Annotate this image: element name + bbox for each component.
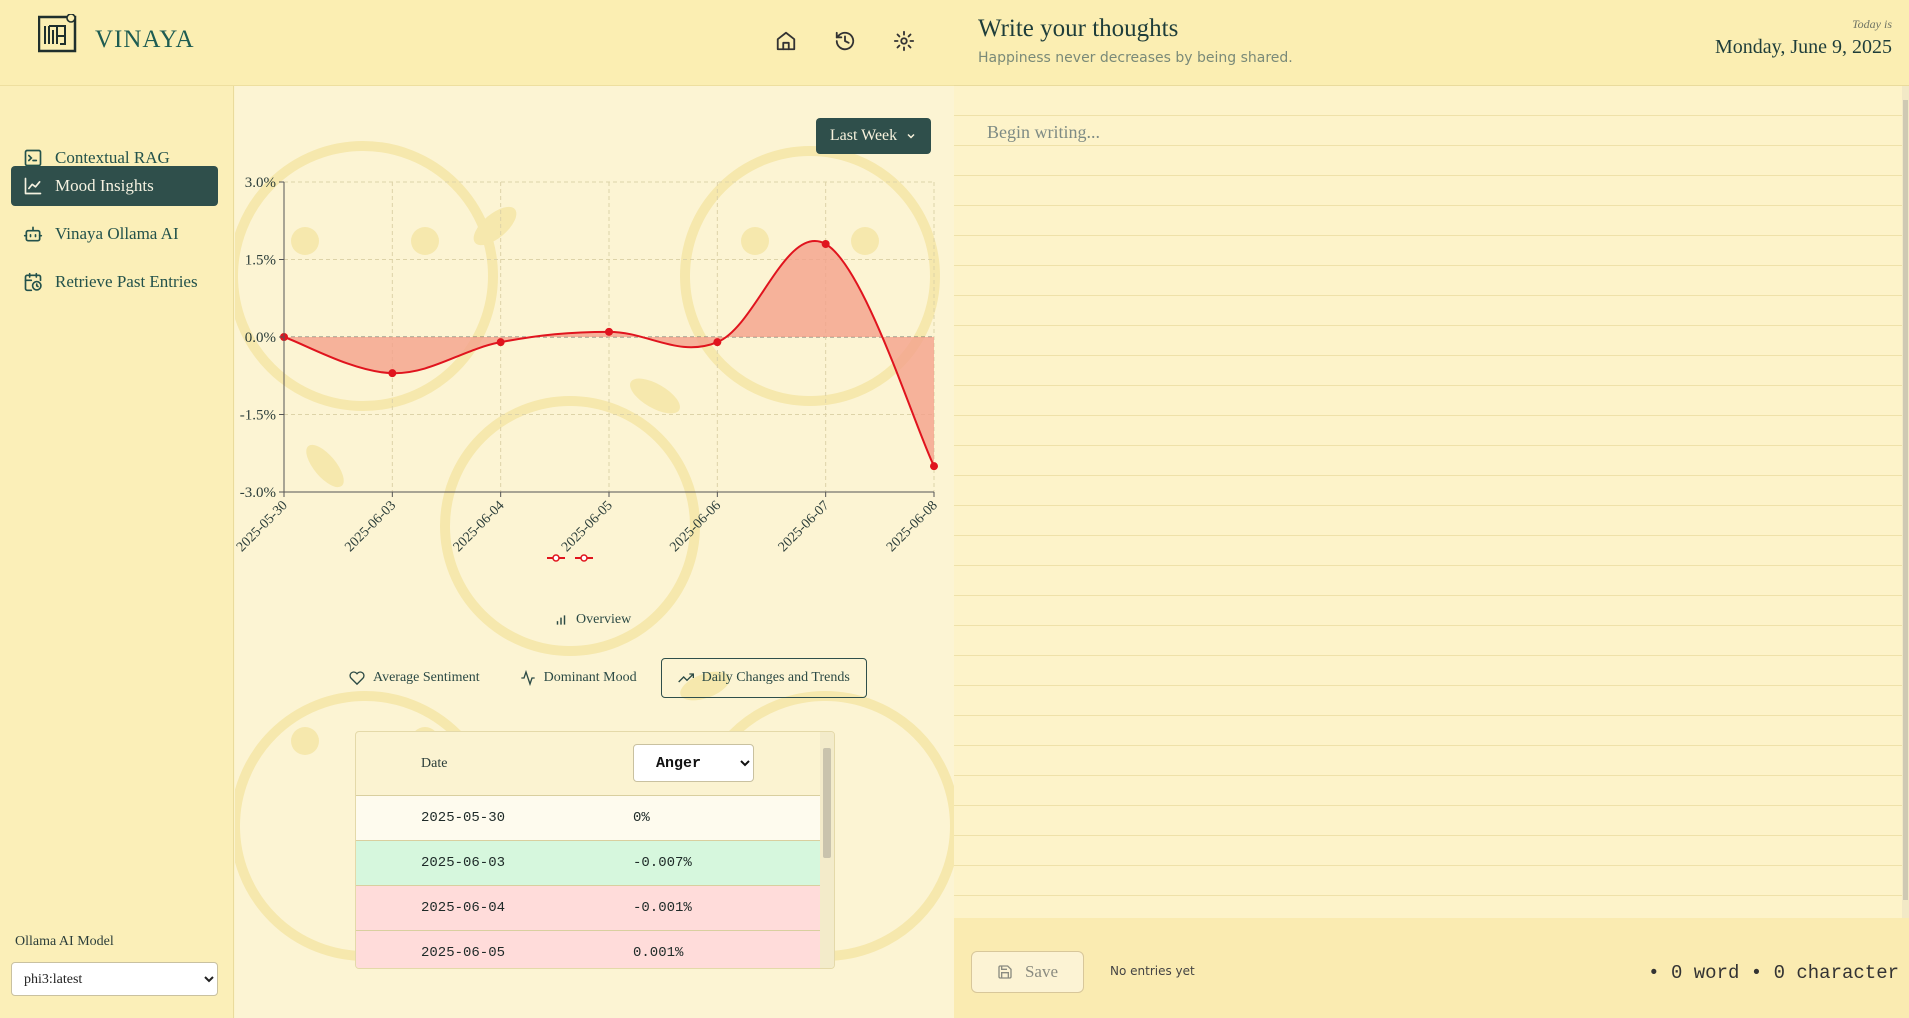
editor-placeholder: Begin writing... (987, 122, 1100, 142)
row-value: 0.001% (633, 945, 684, 961)
bar-chart-icon (556, 615, 566, 625)
sidebar-item-retrieve-past-entries[interactable]: Retrieve Past Entries (11, 262, 218, 302)
table-row: 2025-06-04 -0.001% (356, 886, 821, 931)
table-row: 2025-06-05 0.001% (356, 931, 821, 968)
data-point[interactable] (388, 369, 397, 378)
tab-label: Dominant Mood (543, 670, 637, 685)
settings-icon[interactable] (893, 30, 915, 52)
table-header: Date Anger (356, 732, 821, 796)
data-point[interactable] (496, 338, 505, 347)
home-icon[interactable] (775, 30, 797, 52)
x-tick-label: 2025-06-07 (776, 498, 833, 555)
date-column-header: Date (421, 756, 448, 771)
table-row: 2025-06-03 -0.007% (356, 841, 821, 886)
journal-title: Write your thoughts (978, 15, 1179, 42)
sidebar-item-label: Vinaya Ollama AI (55, 224, 179, 243)
bot-icon (23, 226, 43, 242)
row-date: 2025-06-05 (421, 945, 506, 961)
model-select[interactable]: phi3:latest (11, 962, 218, 996)
data-point[interactable] (930, 462, 938, 471)
y-tick-label: -3.0% (240, 485, 276, 501)
sidebar: Contextual RAG Mood Insights Vinaya Olla… (0, 86, 234, 1018)
sidebar-item-label: Retrieve Past Entries (55, 272, 198, 291)
tab-label: Average Sentiment (373, 670, 480, 685)
y-tick-label: 3.0% (245, 175, 276, 191)
x-tick-label: 2025-06-03 (342, 498, 399, 555)
tab-dominant-mood[interactable]: Dominant Mood (504, 658, 653, 698)
tab-label: Daily Changes and Trends (701, 670, 850, 685)
row-date: 2025-06-03 (421, 855, 506, 871)
app-header: VINAYA (0, 0, 954, 86)
sidebar-item-label: Mood Insights (55, 176, 154, 195)
row-value: -0.007% (633, 855, 692, 871)
current-date: Monday, June 9, 2025 (1714, 36, 1892, 58)
legend-marker (552, 554, 560, 562)
activity-icon (520, 670, 535, 686)
x-tick-label: 2025-06-04 (451, 498, 508, 555)
y-tick-label: 0.0% (245, 330, 276, 346)
trending-up-icon (677, 673, 694, 683)
editor-scrollbar[interactable] (1902, 86, 1909, 918)
scroll-thumb[interactable] (1903, 100, 1908, 900)
journal-editor[interactable]: Begin writing... (954, 86, 1902, 918)
tab-average-sentiment[interactable]: Average Sentiment (333, 658, 496, 698)
scroll-thumb[interactable] (823, 748, 831, 858)
insight-tabs: Average Sentiment Dominant Mood Daily Ch… (333, 658, 867, 698)
chart-overview-label: Overview (554, 612, 631, 628)
history-icon[interactable] (834, 30, 856, 52)
heart-icon (349, 671, 365, 686)
y-tick-label: -1.5% (240, 408, 276, 424)
sidebar-item-vinaya-ollama-ai[interactable]: Vinaya Ollama AI (11, 214, 218, 254)
sidebar-item-mood-insights[interactable]: Mood Insights (11, 166, 218, 206)
word-character-count: • 0 word • 0 character (1648, 962, 1899, 984)
legend-marker (580, 554, 588, 562)
data-point[interactable] (605, 327, 613, 336)
today-label: Today is (1852, 17, 1892, 31)
row-date: 2025-06-04 (421, 900, 506, 916)
y-tick-label: 1.5% (245, 253, 276, 269)
terminal-icon (24, 149, 42, 167)
chevron-down-icon (907, 133, 915, 139)
range-label: Last Week (829, 127, 898, 144)
line-chart-icon (24, 177, 42, 195)
sidebar-item-label: Contextual RAG (55, 148, 170, 167)
x-tick-label: 2025-06-05 (559, 498, 616, 555)
overview-text: Overview (576, 612, 632, 627)
row-value: -0.001% (633, 900, 692, 916)
model-label: Ollama AI Model (15, 934, 114, 949)
row-date: 2025-05-30 (421, 810, 506, 826)
save-button[interactable]: Save (971, 951, 1084, 993)
journal-subtitle: Happiness never decreases by being share… (978, 50, 1293, 66)
journal-footer: Save No entries yet • 0 word • 0 charact… (954, 918, 1909, 1018)
vinaya-logo (38, 14, 77, 53)
data-point[interactable] (713, 338, 722, 347)
range-dropdown-button[interactable]: Last Week (816, 118, 931, 154)
daily-changes-table[interactable]: Date Anger 2025-05-30 0% 2025-06-03 -0.0… (355, 731, 835, 969)
brand-name: VINAYA (95, 26, 195, 53)
table-row: 2025-05-30 0% (356, 796, 821, 841)
data-point[interactable] (821, 240, 830, 248)
journal-header: Write your thoughts Happiness never decr… (954, 0, 1909, 86)
save-label: Save (1024, 962, 1059, 981)
daily-changes-chart: 3.0% 1.5% 0.0% -1.5% -3.0% 2025-05-30 2025-06… (234, 175, 941, 562)
calendar-clock-icon (24, 272, 42, 292)
entries-status: No entries yet (1110, 964, 1195, 978)
emotion-select[interactable]: Anger (633, 744, 754, 782)
x-tick-label: 2025-06-08 (884, 498, 941, 555)
x-tick-label: 2025-05-30 (234, 498, 291, 555)
save-icon (998, 965, 1012, 979)
table-scrollbar[interactable] (820, 732, 834, 968)
x-tick-label: 2025-06-06 (667, 498, 724, 555)
tab-daily-changes-and-trends[interactable]: Daily Changes and Trends (660, 658, 867, 698)
row-value: 0% (633, 810, 650, 826)
